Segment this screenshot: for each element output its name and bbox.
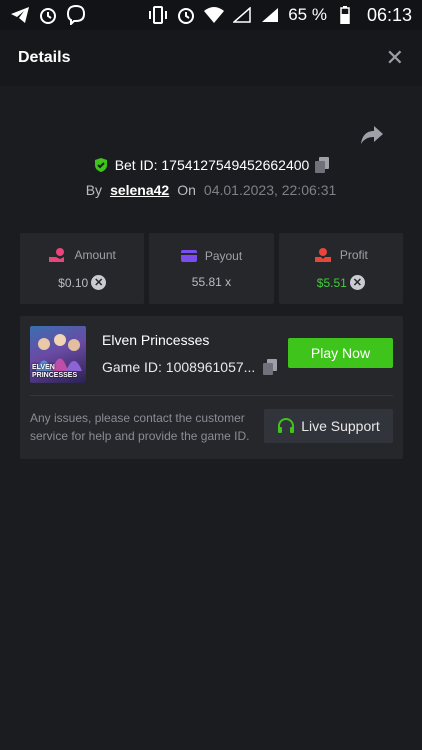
details-header: Details ✕ [0,30,422,86]
battery-icon [335,5,355,25]
vibrate-icon [148,5,168,25]
bet-id-row: Bet ID: 1754127549452662400 [0,154,422,176]
stat-amount: Amount $0.10 ✕ [20,233,145,304]
bet-stats: Amount $0.10 ✕ Payout 55.81 x Profit $5.… [20,233,403,304]
coins-hand-icon [48,247,66,263]
bet-date: 04.01.2023, 22:06:31 [203,182,337,198]
currency-x-icon: ✕ [349,275,365,290]
status-bar-left [10,5,86,25]
currency-x-icon: ✕ [91,275,107,290]
share-button[interactable] [360,124,384,146]
bet-meta-row: By selena42 On 04.01.2023, 22:06:31 [0,180,422,200]
copy-bet-id-icon[interactable] [315,157,330,173]
stat-payout: Payout 55.81 x [149,233,274,304]
game-id-row: Game ID: 1008961057... [102,359,278,375]
game-thumbnail[interactable]: ELVEN PRINCESSES [30,326,86,383]
live-support-label: Live Support [301,418,380,434]
wifi-icon [204,5,225,25]
alarm-icon [38,5,58,25]
signal-icon [260,5,280,25]
card-icon [180,249,197,263]
username-link[interactable]: selena42 [110,182,169,198]
stat-payout-label: Payout [204,248,243,263]
battery-percent: 65 % [288,5,327,24]
stat-payout-label-row: Payout [180,248,243,263]
status-bar-right: 65 % 06:13 [148,5,412,26]
game-thumbnail-text: ELVEN PRINCESSES [32,364,78,379]
clock: 06:13 [366,4,412,25]
headset-icon [277,417,295,435]
bet-id: Bet ID: 1754127549452662400 [114,157,310,173]
stat-profit-label-row: Profit [314,247,368,263]
stat-profit-label: Profit [339,248,368,262]
stat-payout-value: 55.81 x [191,274,232,289]
page-title: Details [18,49,71,66]
divider [30,395,393,396]
play-now-button[interactable]: Play Now [288,338,393,368]
by-label: By [85,182,103,198]
shield-check-icon [93,157,109,173]
game-card: ELVEN PRINCESSES Elven Princesses Game I… [20,316,403,459]
share-icon [361,126,383,144]
game-name: Elven Princesses [102,332,210,348]
stat-profit-value-row: $5.51 ✕ [317,275,365,290]
stat-profit-value: $5.51 [316,275,347,290]
stat-amount-value: $0.10 [58,275,89,290]
support-message: Any issues, please contact the customer … [30,411,250,443]
signal-empty-icon [232,5,252,25]
viber-icon [66,5,86,25]
copy-game-id-icon[interactable] [263,359,278,375]
stat-amount-label-row: Amount [48,247,116,263]
stat-amount-label: Amount [74,248,116,262]
stat-profit: Profit $5.51 ✕ [278,233,403,304]
game-id: Game ID: 1008961057... [102,359,256,375]
profit-hand-icon [314,247,332,263]
stat-payout-value-row: 55.81 x [192,275,231,289]
status-bar: 65 % 06:13 [0,0,422,30]
close-button[interactable]: ✕ [386,47,404,69]
alarm-icon-right [176,5,196,25]
telegram-icon [10,5,30,25]
live-support-button[interactable]: Live Support [264,409,393,443]
stat-amount-value-row: $0.10 ✕ [58,275,107,290]
on-label: On [177,182,196,198]
